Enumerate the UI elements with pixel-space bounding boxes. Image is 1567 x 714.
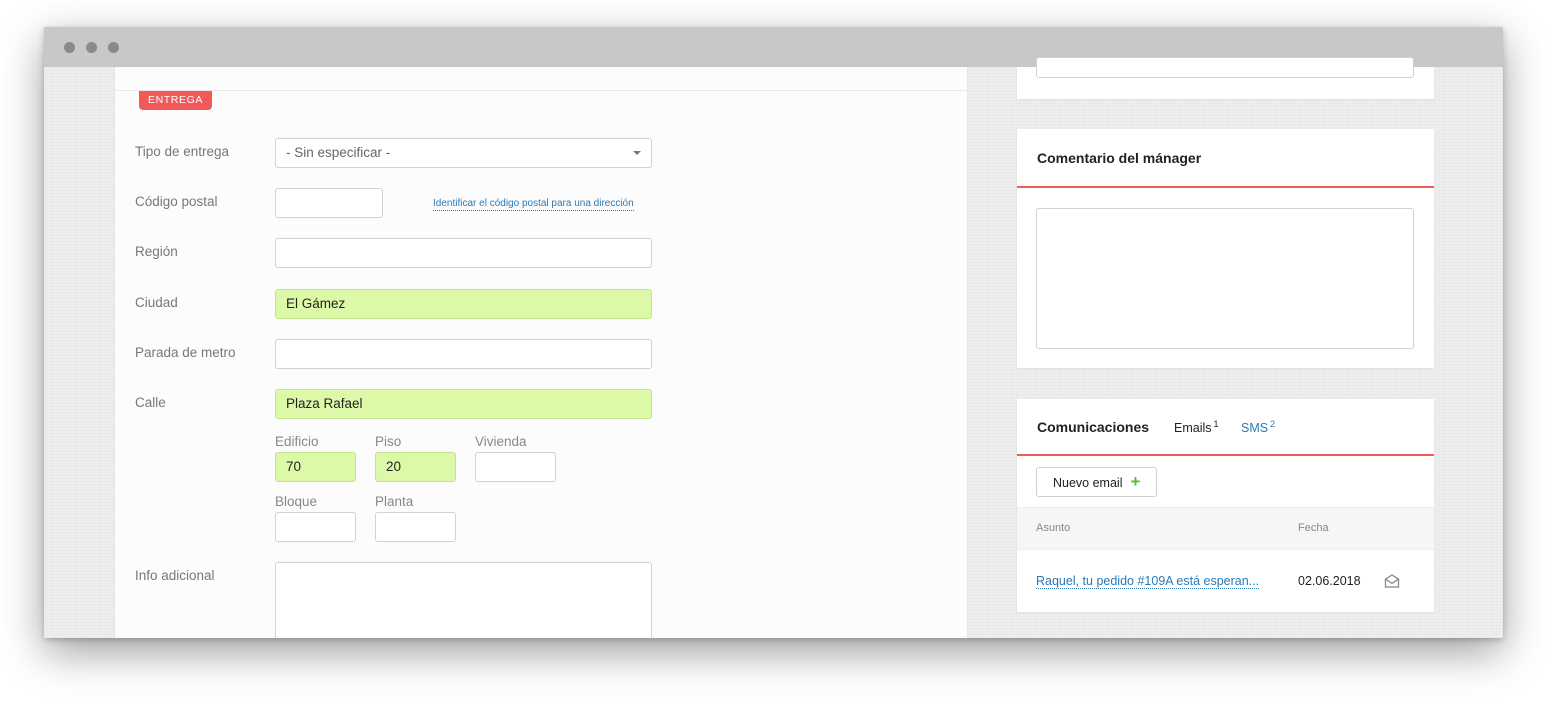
floor-label: Piso bbox=[375, 434, 402, 449]
new-email-button[interactable]: Nuevo email + bbox=[1036, 467, 1158, 497]
tab-sms[interactable]: SMS 2 bbox=[1241, 419, 1275, 435]
floor-input[interactable]: 20 bbox=[375, 452, 456, 482]
additional-info-label: Info adicional bbox=[135, 568, 215, 583]
tab-emails[interactable]: Emails 1 bbox=[1174, 419, 1219, 435]
communications-title: Comunicaciones bbox=[1037, 419, 1150, 435]
manager-comment-textarea[interactable] bbox=[1036, 208, 1414, 349]
chevron-down-icon bbox=[633, 151, 641, 155]
manager-comment-title: Comentario del mánager bbox=[1037, 150, 1202, 166]
delivery-type-label: Tipo de entrega bbox=[135, 144, 230, 159]
window-maximize-dot[interactable] bbox=[108, 42, 119, 53]
communications-card: Comunicaciones Emails 1 SMS 2 Nuevo email +… bbox=[1017, 399, 1434, 612]
delivery-section: ENTREGA Tipo de entrega - Sin especifica… bbox=[114, 67, 968, 638]
subject-column-header: Asunto bbox=[1036, 522, 1071, 534]
plus-icon: + bbox=[1130, 472, 1141, 491]
postal-code-label: Código postal bbox=[135, 194, 218, 209]
level-label: Planta bbox=[375, 494, 414, 509]
section-divider bbox=[115, 90, 967, 91]
tab-sms-count: 2 bbox=[1270, 419, 1276, 429]
block-label: Bloque bbox=[275, 494, 318, 509]
tab-sms-label: SMS bbox=[1241, 421, 1269, 436]
new-email-label: Nuevo email bbox=[1053, 476, 1123, 490]
window-close-dot[interactable] bbox=[64, 42, 75, 53]
tab-emails-count: 1 bbox=[1213, 419, 1219, 429]
region-input[interactable] bbox=[275, 238, 652, 268]
block-input[interactable] bbox=[275, 512, 356, 542]
postal-code-input[interactable] bbox=[275, 188, 383, 218]
identify-postal-code-link[interactable]: Identificar el código postal para una di… bbox=[433, 198, 634, 211]
browser-window: ENTREGA Tipo de entrega - Sin especifica… bbox=[44, 27, 1503, 638]
street-label: Calle bbox=[135, 395, 166, 410]
window-minimize-dot[interactable] bbox=[86, 42, 97, 53]
apartment-input[interactable] bbox=[475, 452, 556, 482]
table-row: Raquel, tu pedido #109A está esperan... … bbox=[1017, 549, 1434, 612]
page-content: ENTREGA Tipo de entrega - Sin especifica… bbox=[44, 57, 1503, 638]
building-input[interactable]: 70 bbox=[275, 452, 356, 482]
city-label: Ciudad bbox=[135, 295, 178, 310]
delivery-type-value: - Sin especificar - bbox=[286, 145, 391, 160]
communications-divider bbox=[1017, 454, 1434, 456]
metro-label: Parada de metro bbox=[135, 345, 236, 360]
envelope-icon[interactable] bbox=[1384, 573, 1400, 594]
manager-comment-divider bbox=[1017, 186, 1434, 188]
street-input[interactable]: Plaza Rafael bbox=[275, 389, 652, 419]
email-subject-link[interactable]: Raquel, tu pedido #109A está esperan... bbox=[1036, 574, 1260, 589]
previous-card bbox=[1017, 57, 1434, 99]
delivery-tag: ENTREGA bbox=[139, 91, 212, 110]
region-label: Región bbox=[135, 244, 178, 259]
apartment-label: Vivienda bbox=[475, 434, 527, 449]
previous-card-input[interactable] bbox=[1036, 57, 1414, 78]
tab-emails-label: Emails bbox=[1174, 421, 1212, 436]
building-label: Edificio bbox=[275, 434, 319, 449]
delivery-type-select[interactable]: - Sin especificar - bbox=[275, 138, 652, 168]
level-input[interactable] bbox=[375, 512, 456, 542]
additional-info-textarea[interactable] bbox=[275, 562, 652, 638]
date-column-header: Fecha bbox=[1298, 522, 1329, 534]
manager-comment-card: Comentario del mánager bbox=[1017, 129, 1434, 368]
email-date: 02.06.2018 bbox=[1298, 574, 1361, 588]
emails-table-header: Asunto Fecha bbox=[1017, 507, 1434, 550]
metro-input[interactable] bbox=[275, 339, 652, 369]
city-input[interactable]: El Gámez bbox=[275, 289, 652, 319]
